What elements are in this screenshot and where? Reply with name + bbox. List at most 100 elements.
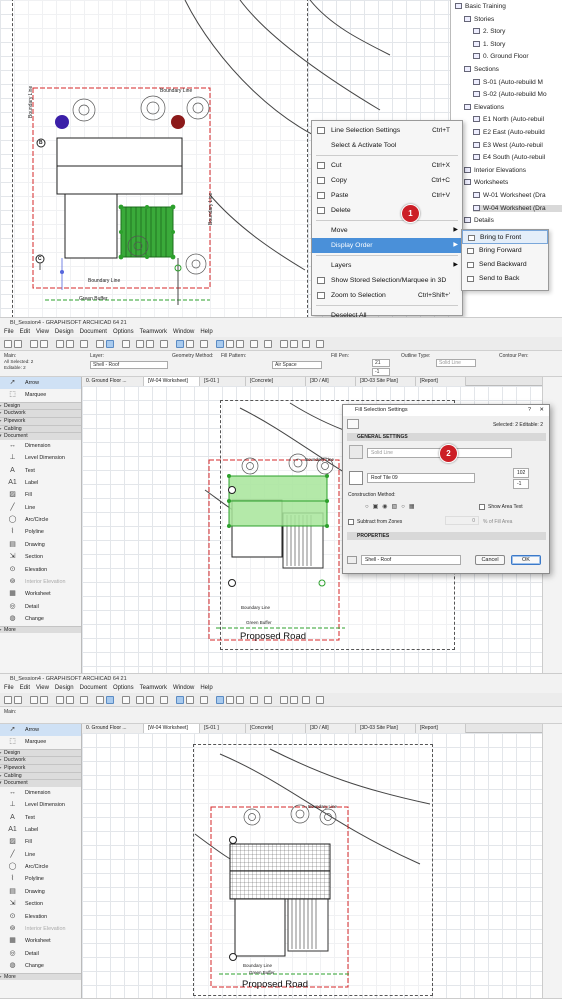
menu-item-move[interactable]: Move ▶ [312,223,462,238]
toolbar-button[interactable] [316,340,324,348]
view-tabs[interactable]: 0. Ground Floor ... [W-04 Worksheet] [S-01… [82,377,562,386]
info-box[interactable]: Main: All Selected: 2 Editable: 2 Layer:… [0,351,562,377]
toolbox-category-pipework[interactable]: Pipework [0,416,81,425]
tab-0-ground-floor[interactable]: 0. Ground Floor ... [82,377,144,386]
tool-label[interactable]: A1 Label [0,824,81,836]
menu-teamwork[interactable]: Teamwork [140,329,167,335]
tool-arrow[interactable]: ➚ Arrow [0,724,81,737]
toolbar-button[interactable] [176,340,184,348]
ok-button[interactable]: OK [511,555,541,565]
menu-options[interactable]: Options [113,685,134,691]
navigator-item-worksheets[interactable]: Worksheets [464,179,562,186]
standard-toolbar[interactable] [0,693,562,707]
navigator-item-1-story[interactable]: 1. Story [473,40,562,48]
tab-report[interactable]: [Report] [416,724,466,733]
toolbar-button[interactable] [30,340,38,348]
navigator-item-e2-east-auto-rebuild[interactable]: E2 East (Auto-rebuild [473,129,562,136]
menu-file[interactable]: File [4,685,14,691]
toolbar-button[interactable] [200,340,208,348]
subtract-from-zones-checkbox[interactable] [348,519,354,525]
toolbar-button[interactable] [236,696,244,704]
toolbox[interactable]: ➚ Arrow ⬚ Marquee DesignDuctworkPipeworkCabl… [0,377,82,673]
outline-type-dropdown[interactable]: Solid Line [436,359,476,367]
menu-document[interactable]: Document [80,329,107,335]
menu-view[interactable]: View [36,329,49,335]
tool-interior-elevation[interactable]: ⊚ Interior Elevation [0,923,81,935]
toolbar-button[interactable] [216,696,224,704]
toolbar-button[interactable] [290,340,298,348]
navigator-item-basic-training[interactable]: Basic Training [455,3,562,10]
navigator-item-e3-west-auto-rebuil[interactable]: E3 West (Auto-rebuil [473,141,562,149]
tab-concrete[interactable]: [Concrete] [246,724,306,733]
tab-3d-all[interactable]: [3D / All] [306,377,356,386]
layer-dropdown[interactable]: Shell - Roof [90,361,168,369]
toolbar-button[interactable] [56,340,64,348]
submenu-item-bring-to-front[interactable]: Bring to Front [462,230,548,244]
navigator-item-stories[interactable]: Stories [464,15,562,23]
toolbar-button[interactable] [96,340,104,348]
toolbar-button[interactable] [136,340,144,348]
toolbar-button[interactable] [106,340,114,348]
toolbar-button[interactable] [136,696,144,704]
navigator-item-e1-north-auto-rebuil[interactable]: E1 North (Auto-rebuil [473,116,562,123]
navigator-item-details[interactable]: Details [464,217,562,224]
fill-pen-bg[interactable]: -1 [372,368,390,376]
tab-w-04-worksheet[interactable]: [W-04 Worksheet] [144,377,200,386]
toolbar-button[interactable] [66,340,74,348]
info-box[interactable]: Main: [0,707,562,724]
toolbar-button[interactable] [40,696,48,704]
tab-w-04-worksheet[interactable]: [W-04 Worksheet] [144,724,200,733]
menu-item-display-order[interactable]: Display Order ▶ [312,238,462,253]
toolbar-button[interactable] [122,696,130,704]
fill-type-dropdown[interactable]: Roof Tile 09 [367,473,475,483]
toolbar-button[interactable] [264,696,272,704]
menu-bar[interactable]: File Edit View Design Document Options Teamwor… [0,684,562,693]
toolbar-button[interactable] [280,696,288,704]
view-tabs[interactable]: 0. Ground Floor ... [W-04 Worksheet] [S-01… [82,724,562,733]
toolbox-category-pipework[interactable]: Pipework [0,763,81,772]
tab-3d-03-site-plan[interactable]: [3D-03 Site Plan] [356,377,416,386]
toolbar-button[interactable] [14,696,22,704]
toolbar-button[interactable] [176,696,184,704]
tab-3d-all[interactable]: [3D / All] [306,724,356,733]
menu-item-copy[interactable]: Copy Ctrl+C [312,173,462,188]
toolbox-category-cabling[interactable]: Cabling [0,424,81,433]
tool-label[interactable]: A1 Label [0,477,81,489]
toolbar-button[interactable] [264,340,272,348]
menu-window[interactable]: Window [173,329,194,335]
tool-drawing[interactable]: ▤ Drawing [0,886,81,898]
menu-design[interactable]: Design [55,685,74,691]
menu-bar[interactable]: File Edit View Design Document Options Teamwor… [0,328,562,337]
tool-level-dimension[interactable]: ⊥ Level Dimension [0,799,81,811]
tool-polyline[interactable]: ⌇ Polyline [0,526,81,538]
tab-s-01[interactable]: [S-01 ] [200,724,246,733]
toolbar-button[interactable] [302,340,310,348]
toolbar-button[interactable] [4,340,12,348]
toolbar-button[interactable] [160,340,168,348]
menu-document[interactable]: Document [80,685,107,691]
tool-arrow[interactable]: ➚ Arrow [0,377,81,390]
toolbox-more[interactable]: More [0,625,81,634]
tool-polyline[interactable]: ⌇ Polyline [0,873,81,885]
submenu-item-send-backward[interactable]: Send Backward [462,258,548,272]
menu-teamwork[interactable]: Teamwork [140,685,167,691]
menu-help[interactable]: Help [200,329,212,335]
fill-pen-foreground[interactable]: 102 [513,468,529,478]
toolbar-button[interactable] [250,696,258,704]
right-side-panel[interactable] [542,724,562,998]
toolbar-button[interactable] [4,696,12,704]
fill-selection-settings-dialog[interactable]: Fill Selection Settings? ✕ Selected: 2 Ed… [342,404,550,574]
fill-pen-background[interactable]: -1 [513,479,529,489]
project-navigator[interactable]: Basic Training Stories 2. Story 1. Story 0. … [450,0,562,230]
cancel-button[interactable]: Cancel [475,555,505,565]
toolbar-button[interactable] [40,340,48,348]
fill-pattern-dropdown[interactable]: Air Space [272,361,322,369]
menu-item-show-stored-selection-marquee-in-3d[interactable]: Show Stored Selection/Marquee in 3D [312,273,462,288]
tool-detail[interactable]: ◎ Detail [0,948,81,960]
close-icon[interactable]: ✕ [539,405,544,416]
menu-item-cut[interactable]: Cut Ctrl+X [312,158,462,173]
tool-detail[interactable]: ◎ Detail [0,601,81,613]
general-settings-header[interactable]: GENERAL SETTINGS [347,433,546,441]
menu-window[interactable]: Window [173,685,194,691]
toolbox-category-design[interactable]: Design [0,748,81,757]
